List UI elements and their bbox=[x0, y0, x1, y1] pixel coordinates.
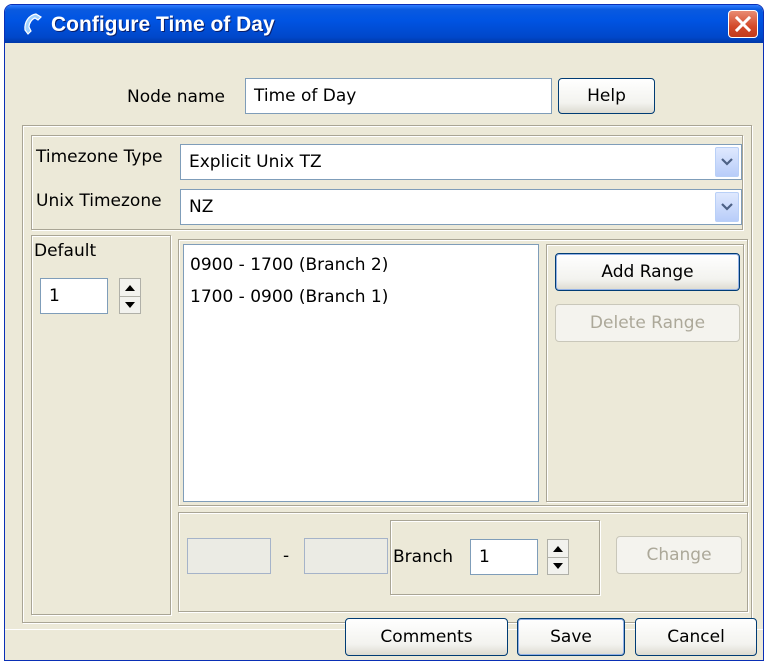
timezone-type-dropdown-button[interactable] bbox=[715, 147, 739, 177]
config-panel: Timezone Type Explicit Unix TZ Unix Time… bbox=[22, 125, 752, 623]
default-panel: Default 1 bbox=[31, 235, 171, 615]
cancel-button[interactable]: Cancel bbox=[635, 618, 757, 656]
spinner-up-button[interactable] bbox=[548, 540, 568, 558]
spinner-down-button[interactable] bbox=[548, 557, 568, 574]
phone-handset-icon bbox=[24, 13, 42, 35]
node-name-input[interactable]: Time of Day bbox=[245, 78, 552, 114]
chevron-down-icon bbox=[721, 203, 733, 211]
title-bar[interactable]: Configure Time of Day bbox=[5, 5, 763, 43]
default-branch-input[interactable]: 1 bbox=[40, 278, 108, 314]
arrow-up-icon bbox=[125, 284, 135, 291]
branch-input[interactable]: 1 bbox=[470, 539, 538, 575]
ranges-panel: 0900 - 1700 (Branch 2) 1700 - 0900 (Bran… bbox=[178, 239, 748, 506]
close-button[interactable] bbox=[728, 10, 758, 38]
arrow-down-icon bbox=[553, 562, 563, 569]
ranges-list[interactable]: 0900 - 1700 (Branch 2) 1700 - 0900 (Bran… bbox=[183, 244, 539, 502]
list-item[interactable]: 0900 - 1700 (Branch 2) bbox=[190, 255, 388, 275]
spinner-down-button[interactable] bbox=[120, 296, 140, 313]
timezone-type-label: Timezone Type bbox=[36, 147, 163, 167]
range-actions-panel: Add Range Delete Range bbox=[546, 244, 744, 502]
range-start-input[interactable] bbox=[187, 538, 271, 574]
timezone-type-select[interactable]: Explicit Unix TZ bbox=[180, 144, 742, 180]
chevron-down-icon bbox=[721, 158, 733, 166]
delete-range-button[interactable]: Delete Range bbox=[555, 304, 740, 342]
range-end-input[interactable] bbox=[304, 538, 388, 574]
unix-timezone-dropdown-button[interactable] bbox=[715, 192, 739, 222]
help-button[interactable]: Help bbox=[558, 78, 655, 114]
dialog-window: Configure Time of Day Node name Time of … bbox=[4, 4, 764, 661]
branch-spinner[interactable] bbox=[547, 539, 569, 575]
arrow-up-icon bbox=[553, 545, 563, 552]
arrow-down-icon bbox=[125, 301, 135, 308]
default-spinner[interactable] bbox=[119, 278, 141, 314]
comments-button[interactable]: Comments bbox=[345, 618, 508, 656]
default-label: Default bbox=[34, 241, 97, 261]
save-button[interactable]: Save bbox=[517, 618, 625, 656]
branch-panel: Branch 1 bbox=[390, 520, 600, 595]
range-editor-panel: - Branch 1 Change bbox=[178, 512, 748, 612]
timezone-panel: Timezone Type Explicit Unix TZ Unix Time… bbox=[31, 135, 743, 230]
add-range-button[interactable]: Add Range bbox=[555, 253, 740, 291]
node-name-label: Node name bbox=[127, 87, 225, 107]
branch-label: Branch bbox=[393, 547, 453, 567]
spinner-up-button[interactable] bbox=[120, 279, 140, 297]
unix-timezone-label: Unix Timezone bbox=[36, 191, 162, 211]
change-button[interactable]: Change bbox=[616, 536, 742, 574]
unix-timezone-select[interactable]: NZ bbox=[180, 189, 742, 225]
close-icon bbox=[734, 15, 752, 33]
window-title: Configure Time of Day bbox=[51, 13, 275, 36]
range-separator: - bbox=[283, 546, 290, 566]
list-item[interactable]: 1700 - 0900 (Branch 1) bbox=[190, 287, 388, 307]
